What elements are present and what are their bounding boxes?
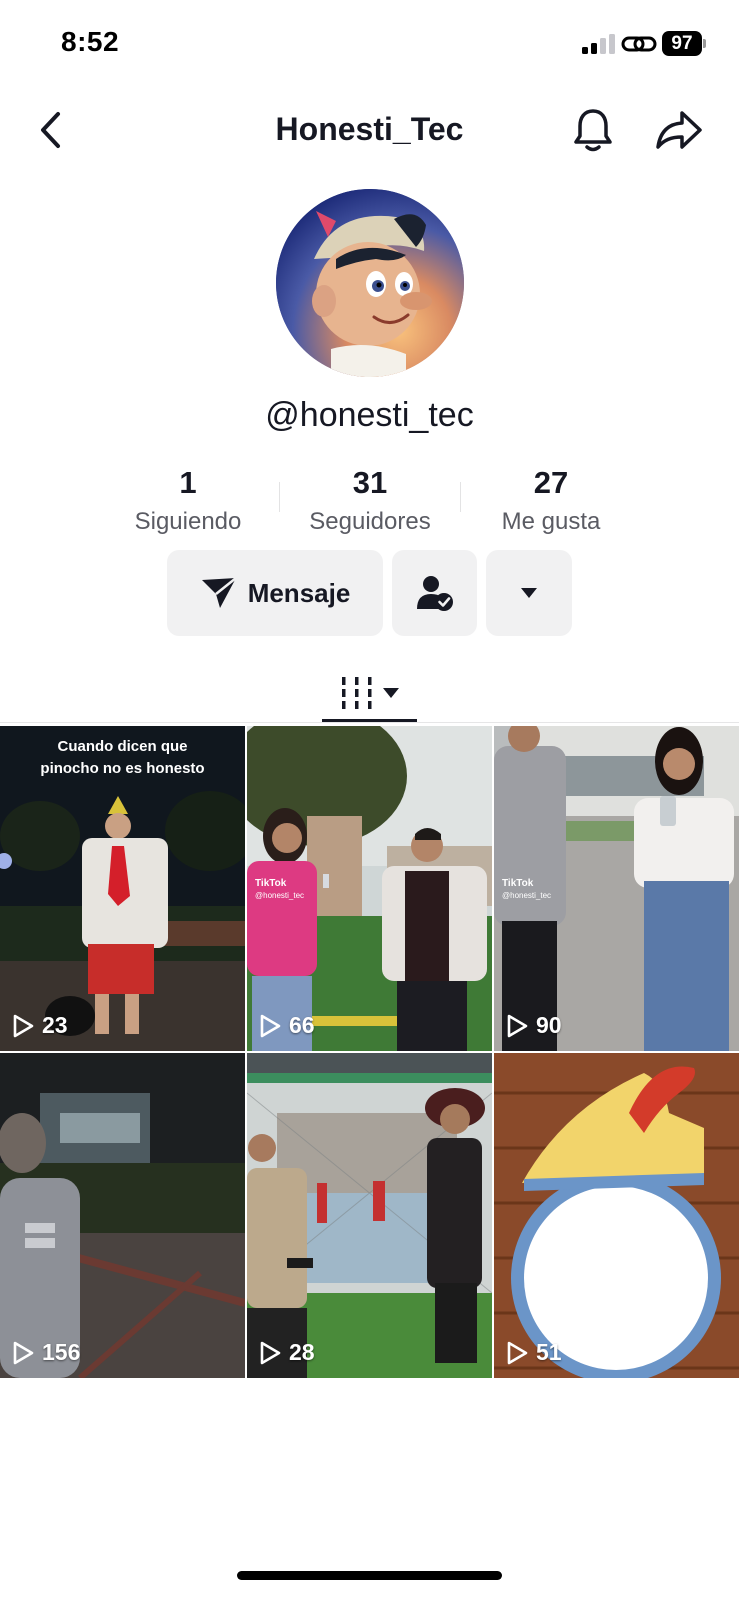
page-title: Honesti_Tec (275, 111, 464, 147)
view-count: 156 (12, 1339, 80, 1366)
video-thumbnail[interactable]: 51 (494, 1053, 739, 1378)
view-count-value: 23 (42, 1012, 68, 1038)
status-time: 8:52 (61, 26, 120, 57)
video-thumbnail[interactable]: TikTok @honesti_tec 66 (247, 726, 492, 1051)
status-bar: 8:52 97 (0, 0, 739, 90)
caret-down-icon (521, 588, 537, 598)
caret-down-icon (382, 688, 399, 698)
video-thumbnail[interactable]: 28 (247, 1053, 492, 1378)
tab-divider (0, 722, 739, 723)
view-count-value: 90 (536, 1012, 562, 1038)
battery-level: 97 (662, 31, 702, 56)
message-button[interactable]: Mensaje (167, 550, 383, 636)
view-count: 51 (506, 1339, 562, 1366)
view-count-value: 51 (536, 1339, 562, 1365)
profile-avatar[interactable] (276, 189, 464, 377)
send-icon (201, 577, 237, 608)
tiktok-watermark-label: TikTok (255, 878, 287, 889)
signal-icon (582, 34, 615, 54)
content-tabs (0, 663, 739, 723)
view-count: 66 (259, 1012, 315, 1039)
tiktok-watermark: TikTok @honesti_tec (502, 878, 551, 902)
tiktok-watermark-handle: @honesti_tec (502, 891, 552, 900)
thumbnail-image (247, 1053, 492, 1378)
more-options-button[interactable] (486, 550, 572, 636)
profile-stats: 1 Siguiendo 31 Seguidores 27 Me gusta (0, 465, 739, 545)
stat-likes[interactable]: 27 Me gusta (461, 465, 641, 537)
play-outline-icon (13, 1014, 34, 1037)
profile-actions: Mensaje (0, 550, 739, 636)
stat-following-value: 1 (179, 465, 197, 500)
tiktok-watermark-handle: @honesti_tec (255, 891, 305, 900)
stat-following[interactable]: 1 Siguiendo (98, 465, 278, 537)
thumbnail-image (0, 1053, 245, 1378)
stat-followers[interactable]: 31 Seguidores (280, 465, 460, 537)
share-button[interactable] (653, 105, 705, 155)
stat-followers-label: Seguidores (309, 508, 431, 535)
share-arrow-icon (656, 111, 702, 149)
play-outline-icon (260, 1014, 281, 1037)
view-count: 90 (506, 1012, 562, 1039)
stat-followers-value: 31 (352, 465, 388, 500)
stat-likes-value: 27 (533, 465, 569, 500)
following-button[interactable] (392, 550, 477, 636)
profile-handle: @honesti_tec (265, 396, 474, 434)
play-outline-icon (507, 1341, 528, 1364)
notifications-button[interactable] (570, 105, 616, 155)
view-count-value: 156 (42, 1339, 81, 1365)
play-outline-icon (507, 1014, 528, 1037)
play-outline-icon (260, 1341, 281, 1364)
bell-icon (574, 109, 612, 152)
thumbnail-image (494, 1053, 739, 1378)
tab-videos[interactable] (322, 663, 417, 723)
video-caption: Cuando dicen que pinocho no es honesto (40, 738, 205, 777)
video-thumbnail[interactable]: 156 (0, 1053, 245, 1378)
play-outline-icon (13, 1341, 34, 1364)
view-count-value: 66 (289, 1012, 315, 1038)
user-check-icon (416, 576, 453, 611)
stat-following-label: Siguiendo (134, 508, 242, 535)
link-icon (621, 36, 657, 52)
video-thumbnail[interactable]: TikTok @honesti_tec 90 (494, 726, 739, 1051)
grid-icon (341, 677, 371, 709)
view-count: 23 (12, 1012, 68, 1039)
tiktok-watermark: TikTok @honesti_tec (255, 878, 304, 902)
stat-likes-label: Me gusta (501, 508, 601, 535)
home-indicator[interactable] (237, 1571, 502, 1580)
video-thumbnail[interactable]: Cuando dicen que pinocho no es honesto 2… (0, 726, 245, 1051)
view-count: 28 (259, 1339, 315, 1366)
battery-icon: 97 (662, 31, 706, 56)
avatar-illustration (276, 189, 464, 377)
view-count-value: 28 (289, 1339, 315, 1365)
battery-tip (703, 39, 706, 48)
message-button-label: Mensaje (247, 577, 351, 608)
top-nav: Honesti_Tec (0, 95, 739, 165)
tiktok-watermark-label: TikTok (502, 878, 534, 889)
